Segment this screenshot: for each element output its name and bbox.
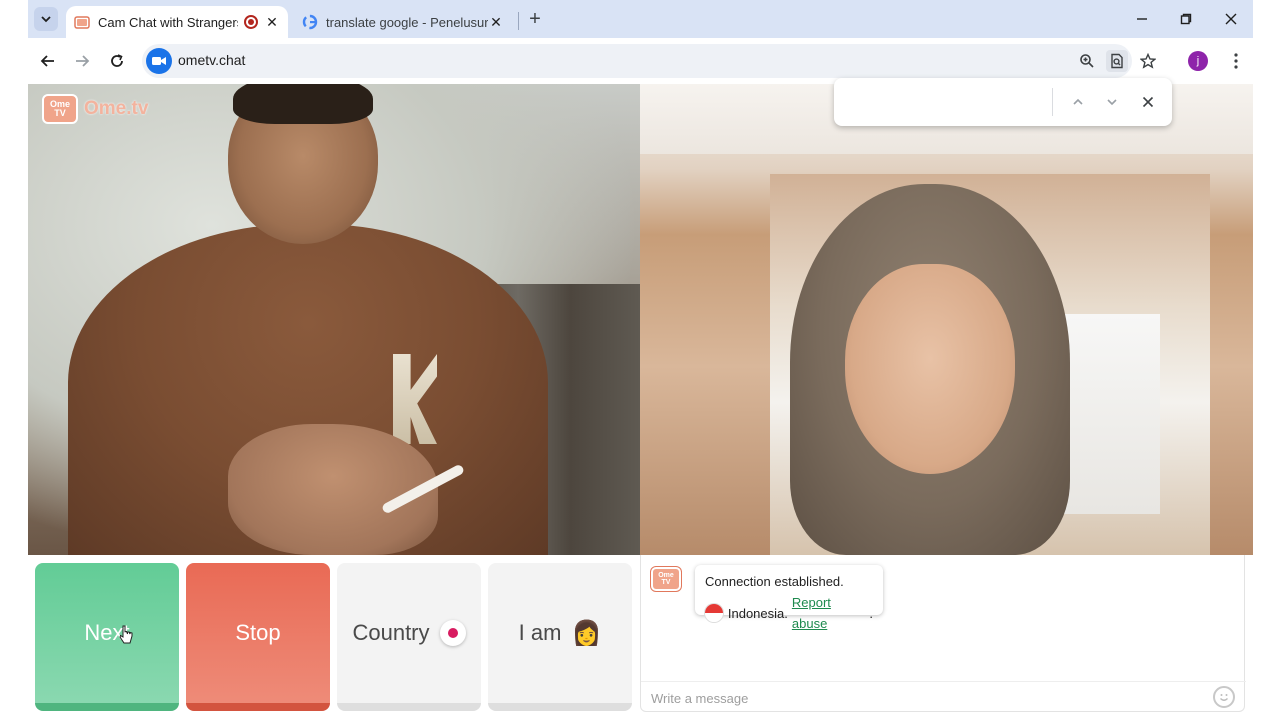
forward-button[interactable]	[70, 49, 94, 73]
tab-google-translate[interactable]: translate google - Penelusuran ✕	[292, 6, 514, 38]
find-next-icon[interactable]	[1100, 90, 1124, 114]
new-tab-button[interactable]: +	[524, 8, 546, 30]
browser-window: Cam Chat with Strangers on ✕ translate g…	[28, 0, 1253, 720]
chevron-down-icon	[41, 16, 51, 23]
close-window-icon[interactable]	[1220, 8, 1242, 30]
country-label: Country	[352, 620, 430, 645]
i-am-label: I am	[518, 620, 562, 645]
ometv-chat-logo-icon: Ome TV	[651, 567, 681, 591]
stop-label: Stop	[235, 620, 281, 645]
country-flag-icon	[439, 620, 466, 646]
back-button[interactable]	[36, 49, 60, 73]
reload-button[interactable]	[105, 49, 129, 73]
address-bar[interactable]: ometv.chat	[142, 44, 1156, 78]
logo-badge-bottom: TV	[54, 108, 66, 118]
browser-menu-icon[interactable]	[1224, 49, 1248, 73]
restore-icon[interactable]	[1175, 8, 1197, 30]
find-in-page-icon[interactable]	[1106, 50, 1128, 72]
tab-ometv[interactable]: Cam Chat with Strangers on ✕	[66, 6, 288, 38]
tab-title: translate google - Penelusuran	[326, 14, 488, 30]
minimize-icon[interactable]	[1131, 8, 1153, 30]
arrow-right-icon	[76, 55, 90, 67]
find-close-icon[interactable]	[1136, 90, 1160, 114]
country-button[interactable]: Country	[337, 563, 481, 711]
ometv-logo-text: Ome.tv	[84, 98, 149, 119]
indonesia-flag-icon	[705, 604, 723, 622]
emoji-smile-icon[interactable]	[1213, 686, 1235, 708]
find-previous-icon[interactable]	[1066, 90, 1090, 114]
bookmark-star-icon[interactable]	[1137, 50, 1159, 72]
local-video: Ome TV Ome.tv	[28, 84, 640, 555]
message-composer	[641, 681, 1246, 711]
video-person-hand	[228, 424, 438, 555]
ometv-favicon-icon	[74, 16, 90, 29]
system-message-line1: Connection established.	[705, 574, 844, 589]
find-bar	[834, 78, 1172, 126]
chat-logo-top: Ome	[658, 572, 674, 579]
tab-strip: Cam Chat with Strangers on ✕ translate g…	[28, 0, 1253, 38]
arrow-left-icon	[40, 55, 54, 67]
country-name: Indonesia.	[727, 605, 788, 621]
camera-site-icon[interactable]	[146, 48, 172, 74]
mouse-cursor-icon	[119, 625, 133, 650]
remote-video	[640, 84, 1253, 555]
find-input[interactable]	[846, 88, 1046, 116]
tab-close-icon[interactable]: ✕	[264, 14, 280, 30]
woman-emoji-icon: 👩	[571, 619, 602, 647]
i-am-button[interactable]: I am 👩	[488, 563, 632, 711]
url-text: ometv.chat	[178, 52, 246, 68]
recording-indicator-icon	[244, 15, 258, 29]
google-favicon-icon	[302, 14, 318, 30]
chat-logo-bottom: TV	[661, 579, 671, 586]
video-person-face	[845, 264, 1015, 474]
report-abuse-link[interactable]: Report abuse	[792, 592, 870, 634]
reload-icon	[111, 54, 123, 67]
tab-separator	[518, 12, 519, 30]
report-trailing: .	[869, 605, 873, 621]
find-separator	[1052, 88, 1053, 116]
next-button[interactable]: Next	[35, 563, 179, 711]
tab-search-button[interactable]	[34, 7, 58, 31]
zoom-icon[interactable]	[1076, 50, 1098, 72]
video-person-hair	[233, 84, 373, 124]
system-message: Connection established. Indonesia. Repor…	[695, 565, 883, 631]
ometv-logo: Ome TV Ome.tv	[42, 94, 148, 124]
system-message-line2: Indonesia. Report abuse.	[705, 592, 873, 634]
message-input[interactable]	[651, 688, 1191, 708]
tab-close-icon[interactable]: ✕	[488, 14, 504, 30]
chat-controls: Next Stop Country I am 👩	[28, 555, 640, 720]
tab-title: Cam Chat with Strangers on	[98, 14, 238, 30]
chat-panel: Ome TV Connection established. Indonesia…	[640, 555, 1246, 712]
profile-avatar[interactable]: j	[1188, 51, 1208, 71]
ometv-logo-badge: Ome TV	[42, 94, 78, 124]
stop-button[interactable]: Stop	[186, 563, 330, 711]
